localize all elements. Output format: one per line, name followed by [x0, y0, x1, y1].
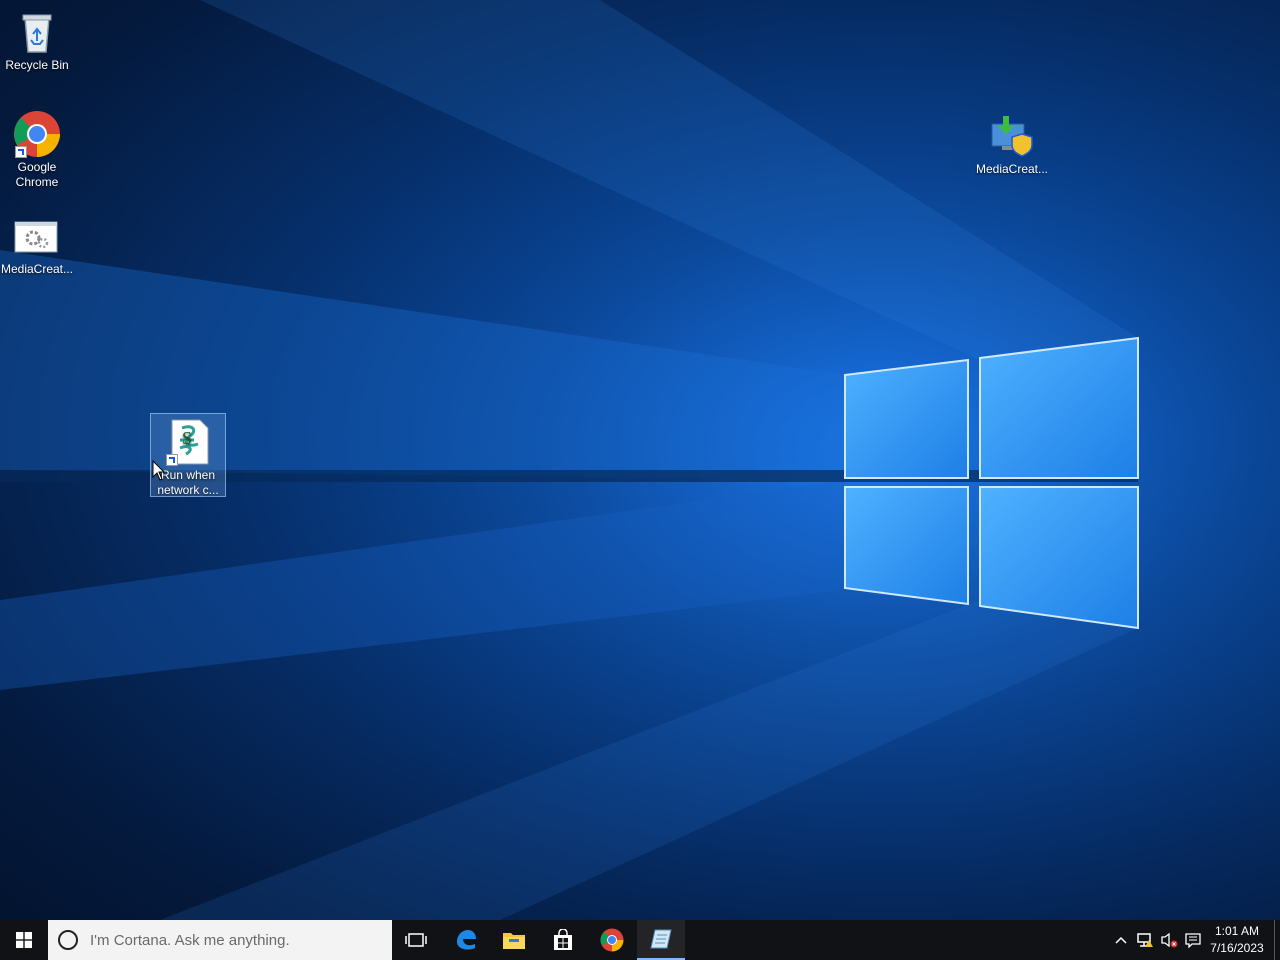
start-button[interactable] [0, 920, 48, 960]
task-view-button[interactable] [392, 920, 440, 960]
volume-tray-button[interactable] [1158, 920, 1180, 960]
taskbar: 1:01 AM 7/16/2023 [0, 920, 1280, 960]
chrome-icon [600, 928, 624, 952]
desktop-icon-label: MediaCreat... [975, 162, 1049, 176]
task-view-icon [405, 933, 427, 947]
network-tray-button[interactable] [1134, 920, 1156, 960]
taskbar-store-button[interactable] [539, 920, 587, 960]
taskbar-file-explorer-button[interactable] [490, 920, 538, 960]
desktop-icon-google-chrome[interactable]: Google Chrome [0, 106, 74, 190]
script-file-icon: S [164, 418, 212, 466]
desktop-icon-label: Google Chrome [15, 160, 59, 189]
recycle-bin-icon [13, 8, 61, 56]
shortcut-arrow-icon [15, 146, 27, 158]
media-creation-tool-icon [988, 112, 1036, 160]
speaker-muted-icon [1161, 932, 1178, 948]
windows-logo-icon [16, 932, 32, 948]
cortana-search-box[interactable] [48, 920, 392, 960]
taskbar-active-app-button[interactable] [637, 920, 685, 960]
desktop-icon-mediacreation-right[interactable]: MediaCreat... [975, 108, 1049, 177]
folder-icon [503, 933, 525, 949]
desktop-icon-mediacreation-left[interactable]: MediaCreat... [0, 208, 74, 277]
network-warning-icon [1137, 933, 1153, 947]
settings-window-icon [13, 212, 61, 260]
mouse-cursor-icon [152, 460, 166, 481]
taskbar-edge-button[interactable] [442, 920, 490, 960]
taskbar-clock[interactable]: 1:01 AM 7/16/2023 [1208, 923, 1266, 957]
clock-time: 1:01 AM [1214, 924, 1260, 938]
taskbar-chrome-button[interactable] [588, 920, 636, 960]
clock-date: 7/16/2023 [1210, 941, 1264, 955]
notepad-app-icon [650, 929, 672, 949]
desktop-icon-label: MediaCreat... [0, 262, 74, 276]
action-center-button[interactable] [1182, 920, 1204, 960]
cortana-icon [58, 930, 78, 950]
chevron-up-icon [1115, 936, 1127, 944]
show-desktop-button[interactable] [1274, 920, 1280, 960]
cortana-search-input[interactable] [88, 930, 382, 950]
desktop-icon-recycle-bin[interactable]: Recycle Bin [0, 4, 74, 73]
svg-text:S: S [182, 428, 192, 448]
notification-icon [1185, 933, 1201, 948]
edge-icon [457, 930, 476, 950]
desktop-icon-run-when-network-connected[interactable]: S Run when network c... [150, 413, 226, 497]
show-hidden-icons-button[interactable] [1110, 920, 1132, 960]
chrome-icon [13, 110, 61, 158]
desktop-icon-label: Recycle Bin [5, 58, 69, 72]
shortcut-arrow-icon [166, 454, 178, 466]
store-bag-icon [554, 929, 572, 950]
